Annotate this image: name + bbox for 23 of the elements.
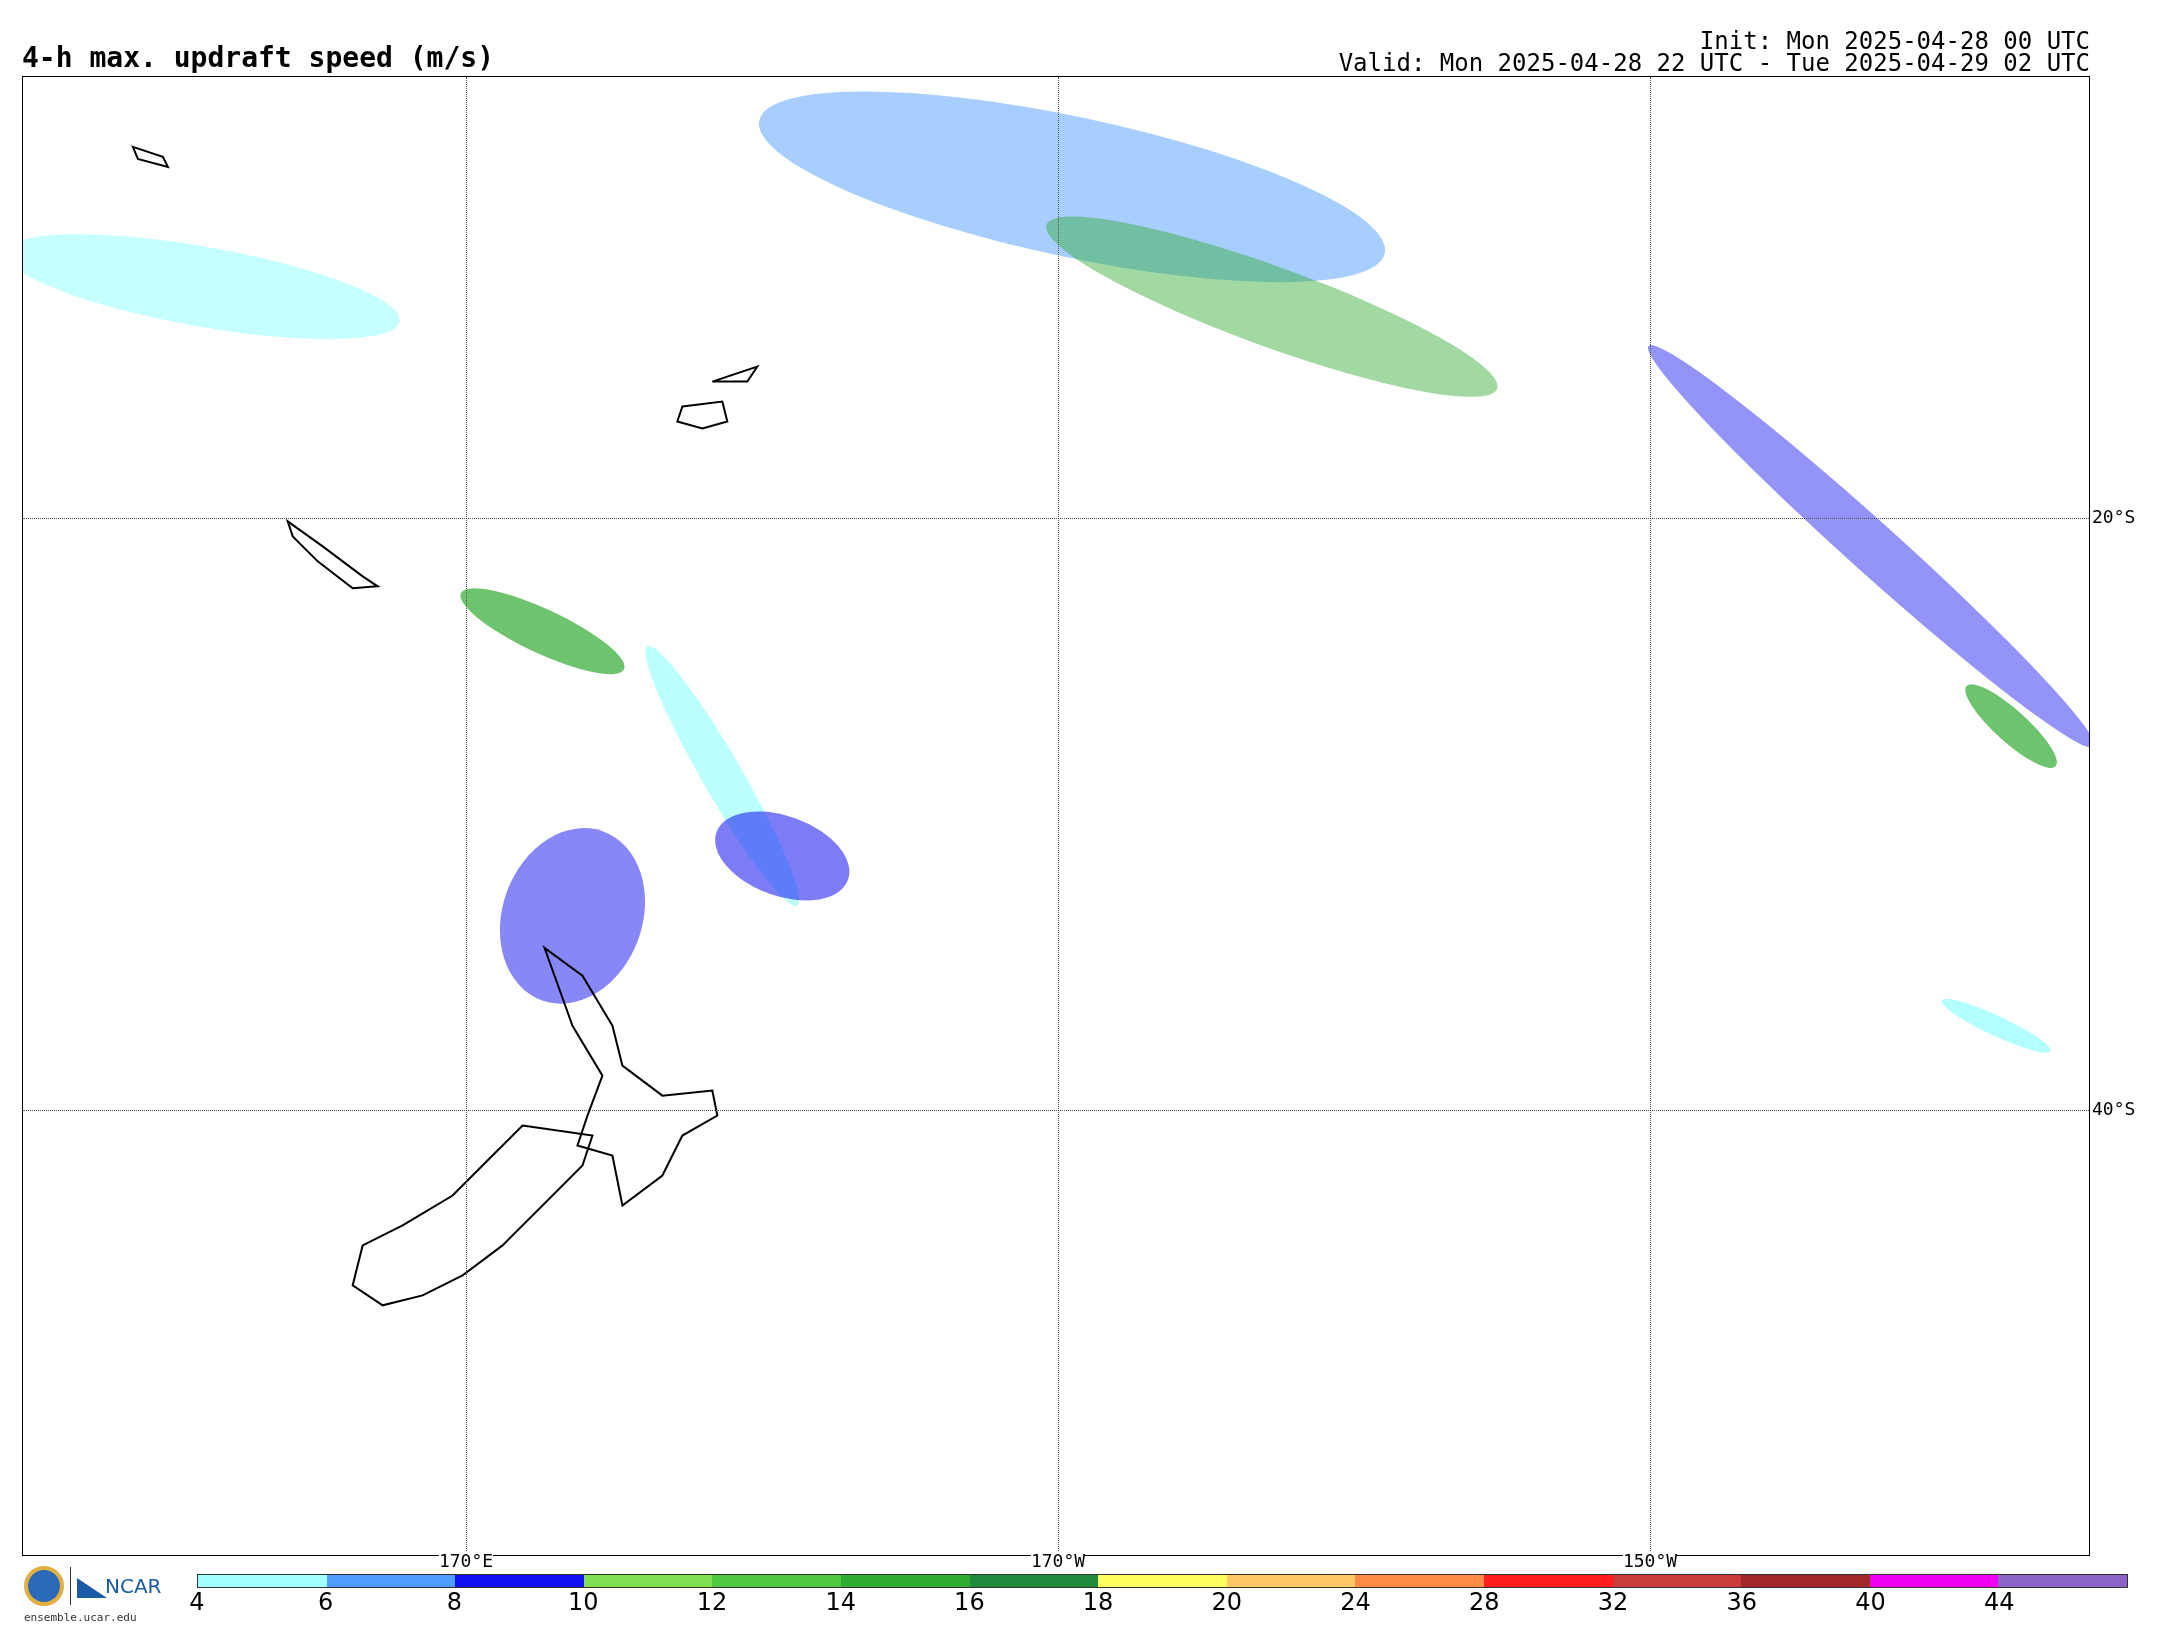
ncar-logo-text: NCAR (105, 1572, 162, 1600)
logo-icon (24, 1565, 64, 1606)
scale-label: 10 (567, 1589, 599, 1614)
scale-label: 28 (1469, 1589, 1500, 1614)
scale-label: 36 (1726, 1589, 1758, 1614)
init-time: Init: Mon 2025-04-28 00 UTC (1699, 29, 2090, 52)
scale-label: 44 (1984, 1589, 2015, 1614)
scale-label: 12 (696, 1589, 728, 1614)
scale-label: 20 (1211, 1589, 1243, 1614)
scale-label: 8 (446, 1589, 463, 1614)
chart-title: 4-h max. updraft speed (m/s) (22, 43, 494, 72)
scale-label: 6 (318, 1589, 334, 1614)
scale-label: 16 (954, 1589, 985, 1614)
scale-label: 18 (1082, 1589, 1114, 1614)
scale-label: 32 (1597, 1589, 1629, 1614)
scale-label: 24 (1340, 1589, 1371, 1614)
scale-label: 40 (1855, 1589, 1886, 1614)
scale-label: 4 (189, 1589, 205, 1614)
scale-label: 14 (825, 1589, 856, 1614)
website-url: ensemble.ucar.edu (24, 1609, 137, 1626)
latitude-label: 40°S (2092, 1099, 2136, 1118)
latitude-label: 20°S (2092, 507, 2136, 526)
valid-time: Valid: Mon 2025-04-28 22 UTC - Tue 2025-04-29 02 UTC (1338, 51, 2090, 74)
